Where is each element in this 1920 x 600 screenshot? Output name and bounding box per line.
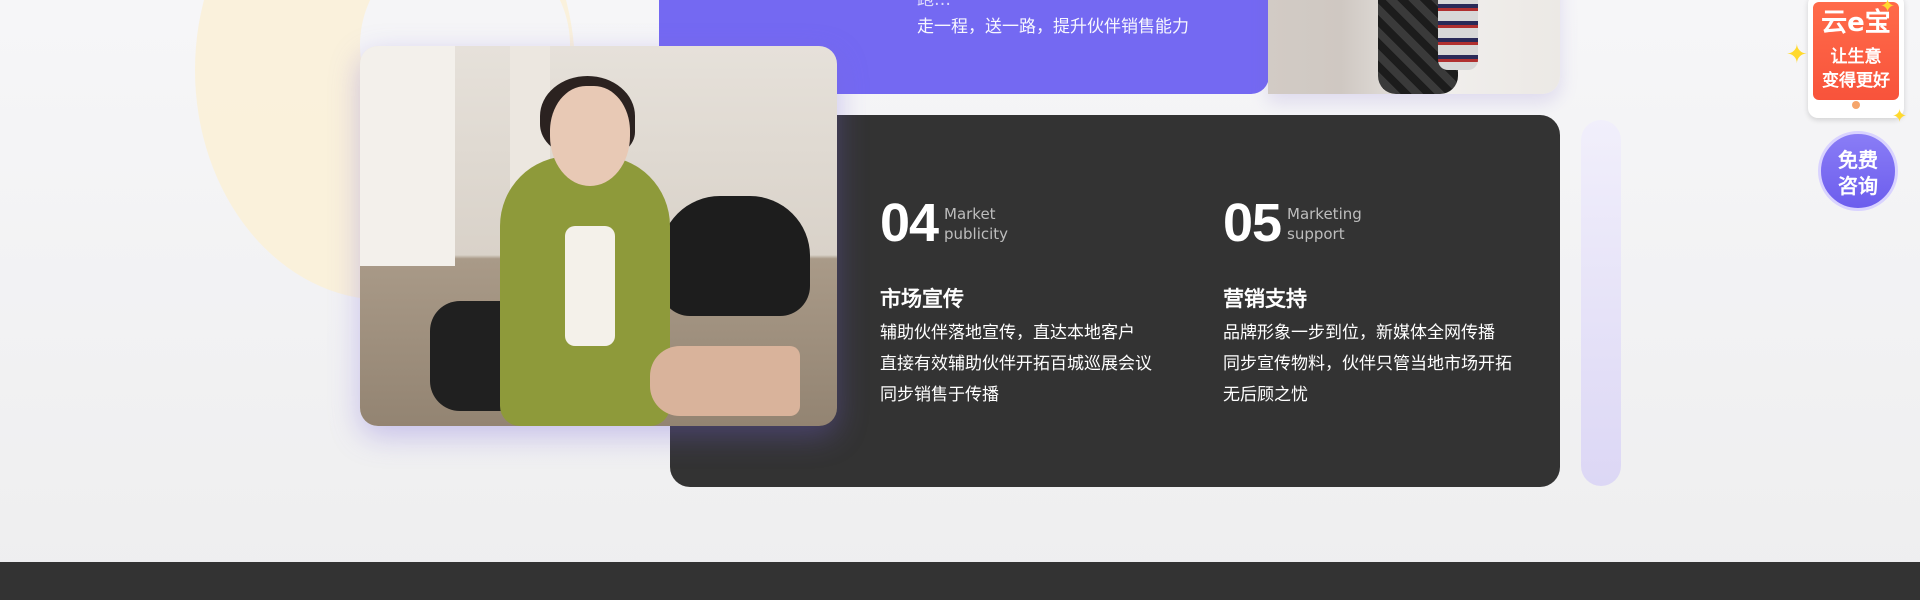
side-decor-bar — [1581, 120, 1621, 486]
photo-legs — [650, 346, 800, 416]
photo-face — [550, 86, 630, 186]
promo-line-1: 让生意 — [1830, 47, 1882, 67]
feature-number: 04 — [880, 193, 939, 253]
feature-number: 05 — [1223, 193, 1282, 253]
free-consult-button[interactable]: 免费 咨询 — [1818, 131, 1898, 211]
feature-en-label: Market publicity — [944, 205, 1009, 243]
sparkle-icon: ✦ — [1892, 106, 1908, 127]
service-card-text: 走一程，送一路，提升伙伴销售能力 — [917, 17, 1189, 37]
feature-title: 市场宣传 — [880, 287, 964, 311]
photo-shirt — [565, 226, 615, 346]
promo-line-2: 变得更好 — [1822, 71, 1890, 91]
photo-window — [360, 46, 455, 266]
feature-en-label: Marketing support — [1287, 205, 1362, 243]
sparkle-icon: ✦ — [1786, 40, 1808, 70]
service-card-partial-text: …全程跟进伙伴，全程指导与培训，实战陪跑… — [917, 0, 951, 10]
photo-chair-back — [660, 196, 810, 316]
feature-description: 品牌形象一步到位，新媒体全网传播 同步宣传物料，伙伴只管当地市场开拓 无后顾之忧 — [1223, 323, 1512, 405]
footer-bar — [0, 562, 1920, 600]
photo-sock — [1438, 0, 1478, 70]
model-photo — [360, 46, 837, 426]
feature-description: 辅助伙伴落地宣传，直达本地客户 直接有效辅助伙伴开拓百城巡展会议 同步销售于传播 — [880, 323, 1152, 405]
feature-title: 营销支持 — [1223, 287, 1307, 311]
sparkle-icon: ✦ — [1880, 0, 1896, 17]
promo-dot-icon — [1852, 101, 1860, 109]
top-photo — [1268, 0, 1560, 94]
